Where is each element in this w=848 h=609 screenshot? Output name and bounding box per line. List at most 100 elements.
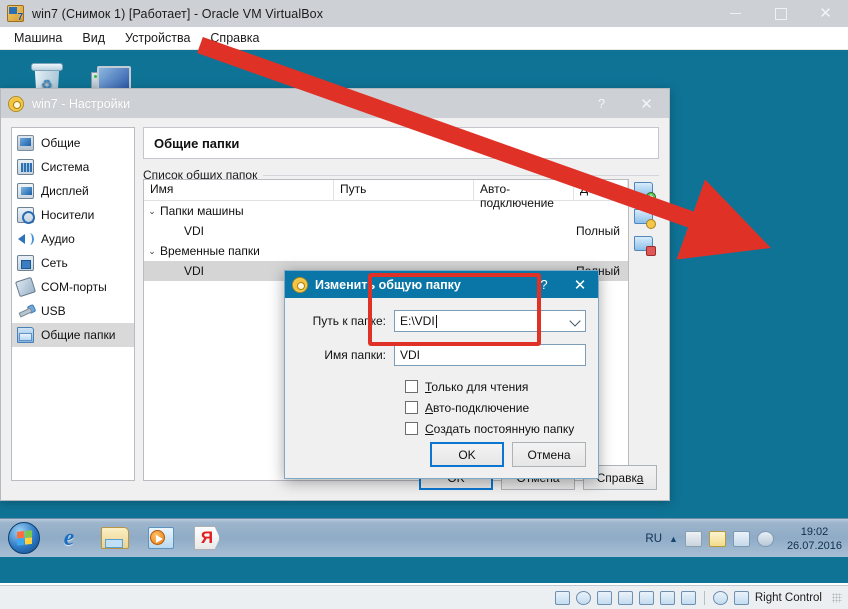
table-row[interactable]: ⌄ Временные папки xyxy=(144,241,628,261)
general-icon xyxy=(17,135,34,151)
modal-title-text: Изменить общую папку xyxy=(315,278,461,292)
sidebar-item-audio[interactable]: Аудио xyxy=(12,227,134,251)
gear-icon xyxy=(292,277,307,292)
readonly-checkbox-row[interactable]: Только для чтения xyxy=(405,376,598,397)
host-key-label: Right Control xyxy=(755,592,822,604)
vbox-statusbar: Right Control xyxy=(0,585,848,609)
edit-shared-folder-button[interactable] xyxy=(633,206,655,228)
taskbar-explorer-icon[interactable] xyxy=(92,521,138,555)
folder-path-row: Путь к папке: E:\VDI xyxy=(285,310,598,332)
network-error-icon[interactable] xyxy=(685,531,702,547)
sidebar-item-usb[interactable]: USB xyxy=(12,299,134,323)
hard-disk-icon[interactable] xyxy=(555,591,570,605)
maximize-button[interactable] xyxy=(758,0,803,27)
folder-name-value: VDI xyxy=(400,348,420,362)
settings-help-button[interactable]: ? xyxy=(579,89,624,118)
sidebar-item-general[interactable]: Общие xyxy=(12,131,134,155)
automount-checkbox[interactable] xyxy=(405,401,418,414)
sidebar-item-system[interactable]: Система xyxy=(12,155,134,179)
list-header: Имя Путь Авто-подключение Доступ xyxy=(144,180,628,201)
video-capture-icon[interactable] xyxy=(660,591,675,605)
media-icon xyxy=(17,207,34,223)
sidebar-item-label: Система xyxy=(41,160,89,174)
make-permanent-checkbox-row[interactable]: Создать постоянную папку xyxy=(405,418,598,439)
optical-disk-icon[interactable] xyxy=(576,591,591,605)
sidebar-item-com-ports[interactable]: COM-порты xyxy=(12,275,134,299)
vbox-titlebar: win7 (Снимок 1) [Работает] - Oracle VM V… xyxy=(0,0,848,27)
host-key-icon[interactable] xyxy=(734,591,749,605)
modal-cancel-button[interactable]: Отмена xyxy=(512,442,586,467)
close-button[interactable]: ✕ xyxy=(803,0,848,27)
show-hidden-icons-button[interactable]: ▲ xyxy=(669,534,678,544)
add-shared-folder-button[interactable]: + xyxy=(633,179,655,201)
mouse-capture-icon[interactable] xyxy=(713,591,728,605)
automount-checkbox-row[interactable]: Авто-подключение xyxy=(405,397,598,418)
modal-checkbox-group: Только для чтения Авто-подключение Созда… xyxy=(285,376,598,439)
column-header-access[interactable]: Доступ xyxy=(574,180,628,200)
settings-sidebar: Общие Система Дисплей Носители Аудио xyxy=(11,127,135,481)
network-icon[interactable] xyxy=(618,591,633,605)
sidebar-item-display[interactable]: Дисплей xyxy=(12,179,134,203)
pane-title: Общие папки xyxy=(143,127,659,159)
chevron-down-icon[interactable] xyxy=(569,315,580,326)
taskbar-internet-explorer-icon[interactable]: e xyxy=(46,521,92,555)
ie-glyph: e xyxy=(64,525,75,552)
taskbar-yandex-browser-icon[interactable]: Я xyxy=(184,521,230,555)
chevron-down-icon[interactable]: ⌄ xyxy=(144,206,160,217)
remove-shared-folder-button[interactable] xyxy=(633,233,655,255)
taskbar-clock[interactable]: 19:02 26.07.2016 xyxy=(781,525,842,553)
row-name: Временные папки xyxy=(160,244,334,258)
menu-item-machine[interactable]: Машина xyxy=(5,29,71,47)
row-name: Папки машины xyxy=(160,204,334,218)
usb-icon[interactable] xyxy=(597,591,612,605)
folder-name-input[interactable]: VDI xyxy=(394,344,586,366)
menu-item-devices[interactable]: Устройства xyxy=(116,29,199,47)
guest-desktop: ♻ Корзина Компьютер ↗ Acronis Disk Direc… xyxy=(0,50,848,583)
gear-icon xyxy=(8,96,24,112)
column-header-path[interactable]: Путь xyxy=(334,180,474,200)
modal-help-button[interactable]: ? xyxy=(526,271,562,298)
menu-item-view[interactable]: Вид xyxy=(73,29,114,47)
sidebar-item-shared-folders[interactable]: Общие папки xyxy=(12,323,134,347)
minimize-button[interactable] xyxy=(713,0,758,27)
table-row[interactable]: VDI Полный xyxy=(144,221,628,241)
row-access: Полный xyxy=(576,224,620,238)
automount-label: Авто-подключение xyxy=(425,401,529,415)
pencil-badge-icon xyxy=(646,219,656,229)
readonly-checkbox[interactable] xyxy=(405,380,418,393)
shared-folder-tools: + xyxy=(633,179,659,260)
tray-language-indicator[interactable]: RU xyxy=(645,533,662,545)
sidebar-item-network[interactable]: Сеть xyxy=(12,251,134,275)
taskbar-media-player-icon[interactable] xyxy=(138,521,184,555)
settings-close-button[interactable]: ✕ xyxy=(624,89,669,118)
shared-folders-icon[interactable] xyxy=(639,591,654,605)
row-name: VDI xyxy=(144,224,318,238)
column-header-automount[interactable]: Авто-подключение xyxy=(474,180,574,200)
cpu-icon[interactable] xyxy=(681,591,696,605)
shared-folders-icon xyxy=(17,327,34,343)
edit-shared-folder-modal: Изменить общую папку ? ✕ Путь к папке: E… xyxy=(284,270,599,479)
clock-date: 26.07.2016 xyxy=(787,539,842,553)
volume-icon[interactable] xyxy=(733,531,750,547)
modal-ok-button[interactable]: OK xyxy=(430,442,504,467)
folder-path-combobox[interactable]: E:\VDI xyxy=(394,310,586,332)
column-header-name[interactable]: Имя xyxy=(144,180,334,200)
chevron-down-icon[interactable]: ⌄ xyxy=(144,246,160,257)
modal-close-button[interactable]: ✕ xyxy=(562,271,598,298)
action-center-warning-icon[interactable] xyxy=(709,531,726,547)
resize-grip[interactable] xyxy=(832,593,842,603)
system-tray: RU ▲ 19:02 26.07.2016 xyxy=(645,519,848,558)
minus-badge-icon xyxy=(646,246,656,256)
sidebar-item-media[interactable]: Носители xyxy=(12,203,134,227)
sidebar-item-label: COM-порты xyxy=(41,280,107,294)
other-tray-icon[interactable] xyxy=(757,531,774,547)
statusbar-divider xyxy=(704,591,705,605)
make-permanent-checkbox[interactable] xyxy=(405,422,418,435)
table-row[interactable]: ⌄ Папки машины xyxy=(144,201,628,221)
display-icon xyxy=(17,183,34,199)
menu-item-help[interactable]: Справка xyxy=(201,29,268,47)
settings-dialog: win7 - Настройки ? ✕ Общие Система xyxy=(0,88,670,501)
start-orb-icon[interactable] xyxy=(2,521,46,555)
usb-icon xyxy=(17,303,34,319)
virtualbox-win7-icon xyxy=(7,5,24,22)
